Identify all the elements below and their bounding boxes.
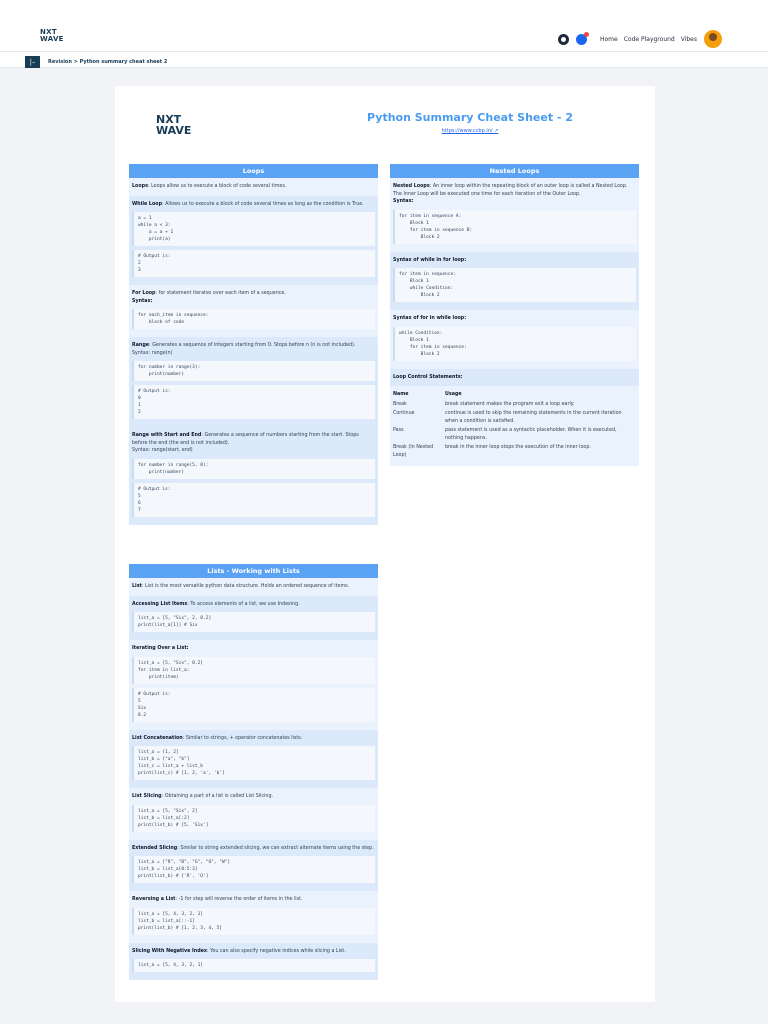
- nav-links: Home Code Playground Vibes: [558, 30, 722, 48]
- negative-index-section: Slicing With Negative Index: You can als…: [129, 942, 378, 980]
- loop-control-title: Loop Control Statements:: [390, 368, 639, 386]
- nested-intro: Nested Loops: An inner loop within the r…: [390, 178, 639, 252]
- table-header: Name Usage: [393, 392, 462, 397]
- range-start-end-section: Range with Start and End: Generates a se…: [129, 427, 378, 525]
- while-in-for-code: for item in sequence: Block 1 while Cond…: [393, 268, 636, 302]
- lists-intro: List: List is the most versatile python …: [132, 584, 350, 589]
- while-code: a = 1 while a < 3: a = a + 1 print(a): [132, 212, 375, 246]
- loops-intro: Loops: Loops allow us to execute a block…: [132, 184, 287, 189]
- range-start-end-code: for number in range(5, 8): print(number): [132, 458, 375, 479]
- for-in-while-code: while Condition: Block 1 for item in seq…: [393, 326, 636, 361]
- iterating-code: list_a = [5, "Six", 8.2] for item in lis…: [132, 656, 375, 684]
- table-row: Pass pass statement is used as a syntacti…: [393, 428, 617, 441]
- breadcrumb[interactable]: Revision > Python summary cheat sheet 2: [48, 59, 167, 65]
- sidebar-toggle-button[interactable]: |–: [25, 56, 40, 68]
- for-code: for each_item in sequence: block of code: [132, 309, 375, 329]
- nested-code: for item in sequence A: Block 1 for item…: [393, 209, 636, 244]
- nav-code-playground[interactable]: Code Playground: [624, 36, 675, 43]
- loops-header: Loops: [129, 164, 378, 178]
- reversing-section: Reversing a List: -1 for step will rever…: [129, 891, 378, 943]
- accessing-code: list_a = [5, "Six", 2, 8.2] print(list_a…: [132, 612, 375, 632]
- nav-home[interactable]: Home: [600, 36, 618, 43]
- table-row: Break break statement makes the program e…: [393, 401, 575, 407]
- nxtwave-logo[interactable]: NXT WAVE: [40, 29, 64, 43]
- range-output: # Output is: 0 1 2: [132, 385, 375, 419]
- concatenation-code: list_a = [1, 2] list_b = ["a", "b"] list…: [132, 746, 375, 780]
- while-output: # Output is: 2 3: [132, 250, 375, 277]
- while-loop-section: While Loop: Allows us to execute a block…: [129, 195, 378, 285]
- iterating-output: # Output is: 5 Six 8.2: [132, 687, 375, 722]
- slicing-section: List Slicing: Obtaining a part of a list…: [129, 788, 378, 840]
- table-row: Continue continue is used to skip the rem…: [393, 411, 622, 424]
- range-start-end-output: # Output is: 5 6 7: [132, 482, 375, 517]
- reversing-code: list_a = [5, 4, 3, 2, 1] list_b = list_a…: [132, 907, 375, 935]
- lists-header: Lists - Working with Lists: [129, 564, 378, 578]
- range-section: Range: Generates a sequence of integers …: [129, 337, 378, 427]
- range-code: for number in range(3): print(number): [132, 361, 375, 381]
- for-in-while-section: Syntax of for in while loop: while Condi…: [390, 310, 639, 369]
- ccbp-link[interactable]: https://www.ccbp.in/ ↗: [315, 128, 625, 134]
- nested-loops-card: Nested Loops Nested Loops: An inner loop…: [390, 164, 639, 466]
- iterating-section: Iterating Over a List: list_a = [5, "Six…: [129, 640, 378, 730]
- loop-control-table: Name Usage Break break statement makes the…: [390, 386, 639, 466]
- loops-card: Loops Loops: Loops allow us to execute a…: [129, 164, 378, 525]
- chat-notification-icon[interactable]: [576, 31, 589, 45]
- nested-loops-header: Nested Loops: [390, 164, 639, 178]
- lists-card: Lists - Working with Lists List: List is…: [129, 564, 378, 980]
- page-title: Python Summary Cheat Sheet - 2: [367, 111, 573, 124]
- sheet-logo: NXT WAVE: [156, 113, 192, 137]
- negative-index-code: list_a = [5, 4, 3, 2, 1]: [132, 959, 375, 972]
- nav-vibes[interactable]: Vibes: [681, 36, 697, 43]
- settings-icon[interactable]: [558, 33, 569, 45]
- slicing-code: list_a = [5, "Six", 2] list_b = list_a[:…: [132, 804, 375, 832]
- top-navbar: NXT WAVE Home Code Playground Vibes: [0, 0, 768, 52]
- extended-slicing-code: list_a = ["R", "B", "G", "O", "W"] list_…: [132, 856, 375, 883]
- for-loop-section: For Loop: for statement iterates over ea…: [129, 285, 378, 337]
- avatar[interactable]: [704, 30, 722, 48]
- extended-slicing-section: Extended Slicing: Similar to string exte…: [129, 839, 378, 891]
- concatenation-section: List Concatenation: Similar to strings, …: [129, 729, 378, 788]
- accessing-section: Accessing List Items: To access elements…: [129, 595, 378, 640]
- cheat-sheet-page: NXT WAVE Python Summary Cheat Sheet - 2 h…: [115, 86, 655, 1002]
- while-in-for-section: Syntax of while in for loop: for item in…: [390, 251, 639, 310]
- table-row: Break (In Nested Loop) break in the inner…: [393, 445, 591, 458]
